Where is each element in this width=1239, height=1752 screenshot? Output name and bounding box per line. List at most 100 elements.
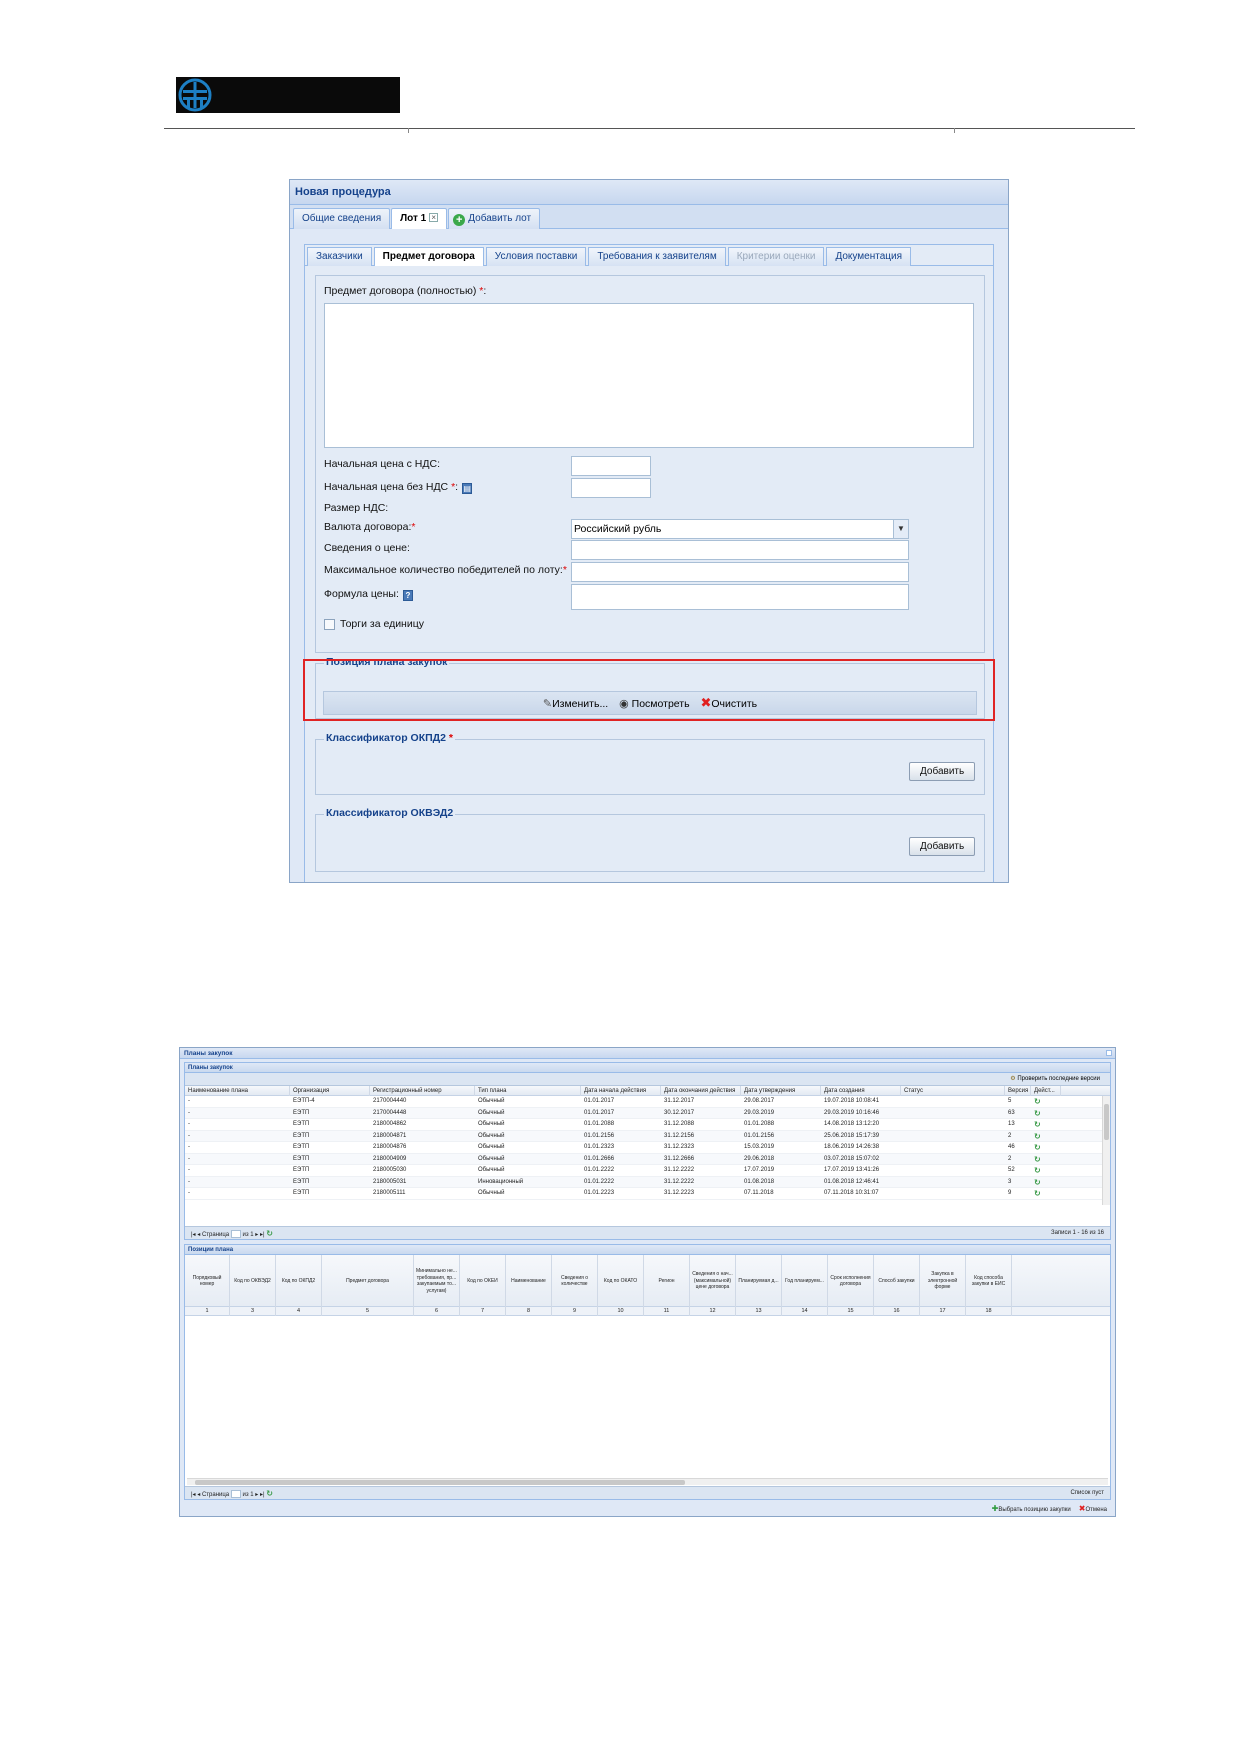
- page-input[interactable]: [230, 1230, 241, 1239]
- table-row[interactable]: - ЕЭТП 2180004909 Обычный 01.01.2666 31.12.26…: [185, 1153, 1110, 1165]
- refresh-icon[interactable]: ↻: [1031, 1096, 1061, 1107]
- check-versions-button[interactable]: ⚙ Проверить последние версии: [1010, 1073, 1100, 1086]
- position-column-header[interactable]: Закупка в электронной форме: [920, 1255, 966, 1307]
- subtab-documentation[interactable]: Документация: [826, 247, 911, 266]
- positions-horizontal-scrollbar[interactable]: [187, 1478, 1108, 1485]
- scroll-thumb[interactable]: [195, 1480, 685, 1485]
- position-column-header[interactable]: Порядковый номер: [185, 1255, 230, 1307]
- position-column-number: 14: [782, 1307, 828, 1316]
- chevron-down-icon[interactable]: ▼: [893, 520, 908, 538]
- col-reg-number[interactable]: Регистрационный номер: [370, 1086, 475, 1096]
- last-page-icon[interactable]: ▸|: [260, 1492, 265, 1498]
- price-with-vat-input[interactable]: [571, 456, 651, 476]
- refresh-icon[interactable]: ↻: [1031, 1142, 1061, 1153]
- position-column-header[interactable]: Планируемая д...: [736, 1255, 782, 1307]
- max-winners-input[interactable]: [571, 562, 909, 582]
- next-page-icon[interactable]: ▸: [255, 1232, 258, 1238]
- col-creation-date[interactable]: Дата создания: [821, 1086, 901, 1096]
- position-column-number: 11: [644, 1307, 690, 1316]
- table-cell: 17.07.2019 13:41:26: [824, 1167, 880, 1173]
- plans-vertical-scrollbar[interactable]: [1102, 1096, 1110, 1205]
- refresh-icon[interactable]: ↻: [1031, 1188, 1061, 1199]
- refresh-icon[interactable]: ↻: [1031, 1154, 1061, 1165]
- table-cell: 31.12.2222: [664, 1167, 695, 1173]
- table-row[interactable]: - ЕЭТП 2180004871 Обычный 01.01.2156 31.12.21…: [185, 1130, 1110, 1142]
- col-end-date[interactable]: Дата окончания действия: [661, 1086, 741, 1096]
- table-row[interactable]: - ЕЭТП 2180004876 Обычный 01.01.2323 31.12.23…: [185, 1142, 1110, 1154]
- table-cell: 31.12.2223: [664, 1190, 695, 1196]
- unit-bidding-checkbox[interactable]: [324, 619, 335, 630]
- positions-panel: Позиции плана Порядковый номер Код по ОКВ…: [184, 1244, 1111, 1500]
- position-column-header[interactable]: Год планируем...: [782, 1255, 828, 1307]
- position-column-header[interactable]: Код по ОКВЭД2: [230, 1255, 276, 1307]
- table-row[interactable]: - ЕЭТП-4 2170004440 Обычный 01.01.2017 31.12.…: [185, 1096, 1110, 1108]
- position-column-header[interactable]: Сведения о нач... (максимальной) цене до…: [690, 1255, 736, 1307]
- position-column-header[interactable]: Способ закупки: [874, 1255, 920, 1307]
- tab-lot-1[interactable]: Лот 1 ×: [391, 208, 448, 229]
- refresh-icon[interactable]: ↻: [1031, 1131, 1061, 1142]
- col-plan-name[interactable]: Наименование плана: [185, 1086, 290, 1096]
- table-row[interactable]: - ЕЭТП 2180004862 Обычный 01.01.2088 31.12.20…: [185, 1119, 1110, 1131]
- price-info-input[interactable]: [571, 540, 909, 560]
- first-page-icon[interactable]: |◂: [191, 1232, 196, 1238]
- okpd2-add-button[interactable]: Добавить: [909, 762, 976, 781]
- col-actions[interactable]: Дейст...: [1031, 1086, 1061, 1096]
- prev-page-icon[interactable]: ◂: [197, 1492, 200, 1498]
- position-column-header[interactable]: Минимально не... требования, пр... закуп…: [414, 1255, 460, 1307]
- col-approval-date[interactable]: Дата утверждения: [741, 1086, 821, 1096]
- position-column-number: 10: [598, 1307, 644, 1316]
- close-tab-icon[interactable]: ×: [429, 213, 439, 222]
- col-start-date[interactable]: Дата начала действия: [581, 1086, 661, 1096]
- page-input[interactable]: [230, 1490, 241, 1499]
- table-row[interactable]: - ЕЭТП 2180005111 Обычный 01.01.2223 31.12.22…: [185, 1188, 1110, 1200]
- subject-textarea[interactable]: [324, 303, 974, 448]
- select-position-button[interactable]: ✚Выбрать позицию закупки: [992, 1502, 1071, 1516]
- table-row[interactable]: - ЕЭТП 2170004448 Обычный 01.01.2017 30.12.20…: [185, 1107, 1110, 1119]
- refresh-icon[interactable]: ↻: [266, 1229, 273, 1238]
- position-column-header[interactable]: Наименование: [506, 1255, 552, 1307]
- table-row[interactable]: - ЕЭТП 2180005031 Инновационный 01.01.2222 31…: [185, 1176, 1110, 1188]
- refresh-icon[interactable]: ↻: [1031, 1108, 1061, 1119]
- refresh-icon[interactable]: ↻: [1031, 1119, 1061, 1130]
- position-column-header[interactable]: Код по ОКПД2: [276, 1255, 322, 1307]
- position-column-header[interactable]: Код по ОКЕИ: [460, 1255, 506, 1307]
- next-page-icon[interactable]: ▸: [255, 1492, 258, 1498]
- collapse-icon[interactable]: [1106, 1050, 1112, 1056]
- table-row[interactable]: - ЕЭТП 2180005030 Обычный 01.01.2222 31.12.22…: [185, 1165, 1110, 1177]
- add-lot-tab[interactable]: + Добавить лот: [448, 208, 541, 229]
- price-without-vat-input[interactable]: [571, 478, 651, 498]
- col-organization[interactable]: Организация: [290, 1086, 370, 1096]
- position-column-header[interactable]: Код способа закупки в ЕИС: [966, 1255, 1012, 1307]
- col-version[interactable]: Версия: [1005, 1086, 1031, 1096]
- subtab-applicant-requirements[interactable]: Требования к заявителям: [588, 247, 726, 266]
- cancel-button[interactable]: ✖Отмена: [1079, 1502, 1107, 1516]
- col-plan-type[interactable]: Тип плана: [475, 1086, 581, 1096]
- subtab-customers[interactable]: Заказчики: [307, 247, 372, 266]
- subtab-contract-subject[interactable]: Предмет договора: [373, 247, 484, 266]
- refresh-icon[interactable]: ↻: [1031, 1177, 1061, 1188]
- position-column-header[interactable]: Сведения о количестве: [552, 1255, 598, 1307]
- table-cell: [901, 1177, 1005, 1188]
- tab-general-info[interactable]: Общие сведения: [293, 208, 391, 229]
- position-column-header[interactable]: Регион: [644, 1255, 690, 1307]
- table-cell: [901, 1131, 1005, 1142]
- refresh-icon[interactable]: ↻: [1031, 1165, 1061, 1176]
- refresh-icon[interactable]: ↻: [266, 1489, 273, 1498]
- help-icon[interactable]: ?: [402, 590, 413, 601]
- currency-select[interactable]: Российский рубль ▼: [571, 519, 909, 539]
- subtab-delivery-terms[interactable]: Условия поставки: [485, 247, 587, 266]
- okved2-add-button[interactable]: Добавить: [909, 837, 976, 856]
- col-status[interactable]: Статус: [901, 1086, 1005, 1096]
- price-formula-input[interactable]: [571, 584, 909, 610]
- position-column-header[interactable]: Предмет договора: [322, 1255, 414, 1307]
- position-column-header[interactable]: Срок исполнения договора: [828, 1255, 874, 1307]
- okved2-legend: Классификатор ОКВЭД2: [324, 807, 456, 819]
- first-page-icon[interactable]: |◂: [191, 1492, 196, 1498]
- table-cell: 18.06.2019 14:26:38: [824, 1144, 880, 1150]
- calculator-icon[interactable]: ▤: [462, 483, 473, 494]
- scroll-thumb[interactable]: [1104, 1104, 1109, 1140]
- position-column-header[interactable]: Код по ОКАТО: [598, 1255, 644, 1307]
- last-page-icon[interactable]: ▸|: [260, 1232, 265, 1238]
- table-cell: 29.08.2017: [744, 1098, 775, 1104]
- prev-page-icon[interactable]: ◂: [197, 1232, 200, 1238]
